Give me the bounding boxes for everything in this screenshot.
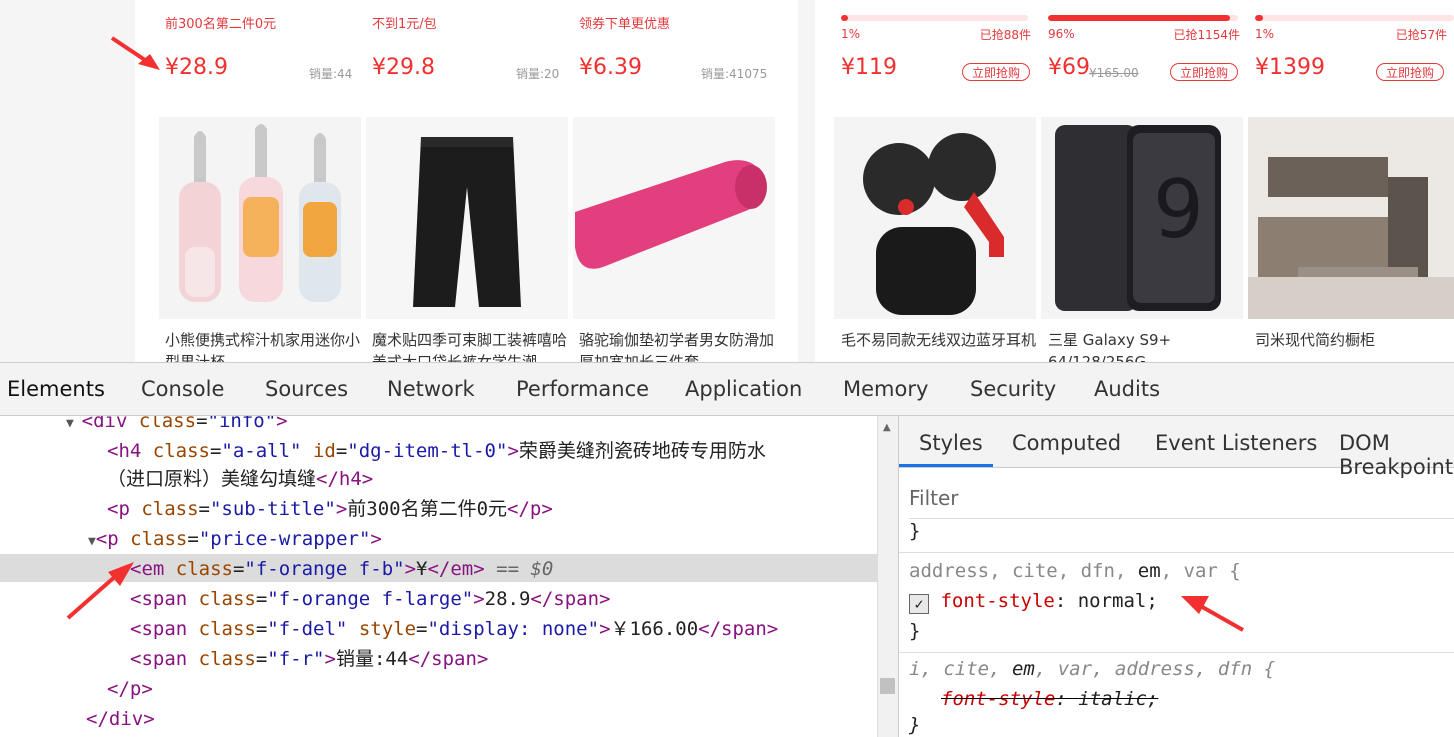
black-pants-image[interactable] (366, 117, 568, 319)
dom-line-div-close[interactable]: </div> (86, 704, 155, 734)
collapse-triangle-icon[interactable]: ▼ (88, 534, 96, 549)
annotation-arrow (110, 36, 160, 70)
product-title[interactable]: 司米现代简约橱柜 (1255, 329, 1445, 362)
dom-line-h4-cont[interactable]: （进口原料）美缝勾填缝</h4> (107, 464, 373, 494)
price: ¥1399 (1255, 55, 1325, 80)
product-title[interactable]: 骆驼瑜伽垫初学者男女防滑加厚加宽加长三件套 (579, 329, 775, 362)
tab-performance[interactable]: Performance (516, 377, 649, 401)
rule-declaration-overridden[interactable]: font-style: italic; (941, 688, 1158, 710)
dom-tree-scrollbar[interactable]: ▲ (877, 416, 899, 737)
dom-line-span-del[interactable]: <span class="f-del" style="display: none… (130, 614, 778, 644)
tab-audits[interactable]: Audits (1094, 377, 1160, 401)
dom-line-em-selected[interactable]: <em class="f-orange f-b">¥</em> == $0 (130, 554, 553, 584)
progress-fill (1048, 15, 1231, 21)
sales-count: 销量:20 (516, 67, 560, 81)
annotation-arrow (66, 562, 134, 620)
right-product-panel: 1% 96% 1% 已抢88件 已抢1154件 已抢57件 ¥119 ¥69 ¥… (815, 0, 1454, 362)
earbuds-image[interactable] (834, 117, 1036, 319)
dom-line-price-wrapper[interactable]: ▼<p class="price-wrapper"> (88, 524, 382, 554)
styles-pane: Styles Computed Event Listeners DOM Brea… (898, 416, 1454, 737)
styles-filter-input[interactable]: Filter (909, 478, 1454, 519)
collapse-triangle-icon[interactable]: ▼ (66, 416, 82, 431)
prev-rule-close: } (909, 520, 921, 542)
price: ¥29.8 (372, 55, 435, 80)
dom-line-span-large[interactable]: <span class="f-orange f-large">28.9</spa… (130, 584, 611, 614)
progress-fill (1255, 15, 1263, 21)
dom-tree[interactable]: ▼ <div class="info"> <h4 class="a-all" i… (0, 416, 877, 737)
product-title[interactable]: 小熊便携式榨汁机家用迷你小型果汁杯 (165, 329, 361, 362)
grabbed-count: 已抢1154件 (1173, 28, 1240, 42)
rule-selector[interactable]: i, cite, em, var, address, dfn { (909, 658, 1275, 680)
pink-yoga-mat-image[interactable] (573, 117, 775, 319)
buy-now-button[interactable]: 立即抢购 (1170, 63, 1238, 81)
devtools-tab-bar: Elements Console Sources Network Perform… (0, 363, 1454, 416)
grabbed-count: 已抢57件 (1395, 28, 1447, 42)
active-tab-underline (899, 464, 993, 467)
price: ¥28.9 (165, 55, 228, 80)
dom-line-div-info[interactable]: ▼ <div class="info"> (66, 416, 288, 436)
devtools-panel: Elements Console Sources Network Perform… (0, 362, 1454, 737)
scroll-thumb[interactable] (880, 678, 895, 694)
tab-computed[interactable]: Computed (1012, 431, 1121, 455)
progress-percent: 1% (1255, 27, 1275, 41)
tab-console[interactable]: Console (141, 377, 224, 401)
price: ¥119 (841, 55, 897, 80)
annotation-arrow (1181, 596, 1244, 632)
progress-bar (841, 15, 1028, 21)
promo-text: 不到1元/包 (372, 17, 437, 32)
tab-security[interactable]: Security (970, 377, 1056, 401)
buy-now-button[interactable]: 立即抢购 (962, 63, 1030, 81)
price: ¥6.39 (579, 55, 642, 80)
dom-line-p-close[interactable]: </p> (107, 674, 153, 704)
promo-text: 前300名第二件0元 (165, 17, 277, 32)
rule-divider (899, 652, 1454, 653)
tab-application[interactable]: Application (685, 377, 802, 401)
promo-text: 领券下单更优惠 (579, 17, 671, 32)
left-product-panel: 前300名第二件0元 不到1元/包 领券下单更优惠 ¥28.9 ¥29.8 ¥6… (135, 0, 798, 362)
tab-memory[interactable]: Memory (843, 377, 928, 401)
buy-now-button[interactable]: 立即抢购 (1376, 63, 1444, 81)
progress-bar (1048, 15, 1238, 21)
product-title[interactable]: 魔术贴四季可束脚工装裤嘻哈美式大口袋长裤女学生潮 (372, 329, 568, 362)
tab-styles[interactable]: Styles (919, 431, 983, 455)
progress-fill (841, 15, 849, 21)
dom-line-span-sales[interactable]: <span class="f-r">销量:44</span> (130, 644, 488, 674)
sales-count: 销量:44 (309, 67, 353, 81)
dom-line-subtitle[interactable]: <p class="sub-title">前300名第二件0元</p> (107, 494, 553, 524)
svg-text:9: 9 (1153, 163, 1204, 256)
tab-event-listeners[interactable]: Event Listeners (1155, 431, 1317, 455)
tab-sources[interactable]: Sources (265, 377, 348, 401)
scroll-up-arrow-icon[interactable]: ▲ (883, 422, 891, 433)
product-title[interactable]: 三星 Galaxy S9+ 64/128/256G (1048, 329, 1228, 362)
progress-percent: 1% (841, 27, 861, 41)
juicer-bottles-image[interactable] (159, 117, 361, 319)
progress-percent: 96% (1048, 27, 1075, 41)
kitchen-cabinet-image[interactable] (1248, 117, 1454, 319)
price: ¥69 (1048, 55, 1090, 80)
samsung-phone-image[interactable]: 9 (1041, 117, 1243, 319)
rule-close: } (909, 714, 921, 736)
original-price: ¥165.00 (1089, 66, 1139, 80)
tab-elements[interactable]: Elements (7, 377, 105, 401)
sales-count: 销量:41075 (701, 67, 768, 81)
rule-declaration[interactable]: ✓ font-style: normal; (909, 590, 1158, 614)
tab-network[interactable]: Network (387, 377, 475, 401)
tab-dom-breakpoints[interactable]: DOM Breakpoints (1339, 431, 1454, 479)
rule-divider (899, 552, 1454, 553)
progress-bar (1255, 15, 1454, 21)
dom-line-h4[interactable]: <h4 class="a-all" id="dg-item-tl-0">荣爵美缝… (107, 436, 766, 466)
grabbed-count: 已抢88件 (979, 28, 1031, 42)
rule-close: } (909, 620, 921, 642)
rule-selector[interactable]: address, cite, dfn, em, var { (909, 560, 1241, 582)
property-checkbox[interactable]: ✓ (909, 594, 929, 614)
product-title[interactable]: 毛不易同款无线双边蓝牙耳机 (841, 329, 1037, 362)
